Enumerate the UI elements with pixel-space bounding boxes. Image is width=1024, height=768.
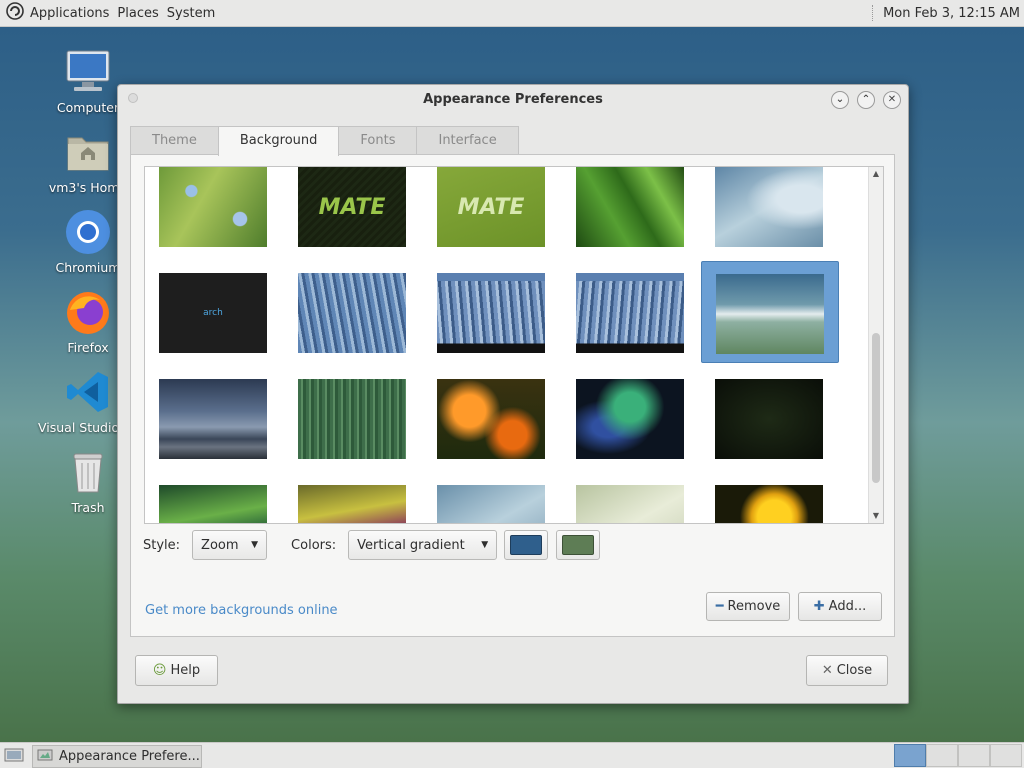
wallpaper-thumb[interactable] xyxy=(284,473,420,523)
style-label: Style: xyxy=(143,537,181,553)
help-icon: ☺ xyxy=(152,663,167,678)
mate-logo-icon[interactable] xyxy=(6,2,24,24)
colors-value: Vertical gradient xyxy=(357,537,465,553)
appearance-app-icon xyxy=(37,747,53,767)
wallpaper-thumb[interactable] xyxy=(145,167,281,255)
colors-label: Colors: xyxy=(291,537,337,553)
wallpaper-thumb[interactable] xyxy=(423,261,559,361)
close-icon: ✕ xyxy=(821,663,833,678)
workspace-3[interactable] xyxy=(958,744,990,767)
wallpaper-thumb[interactable] xyxy=(284,367,420,467)
window-menu-icon[interactable] xyxy=(128,93,138,103)
style-value: Zoom xyxy=(201,537,239,553)
plus-icon: ✚ xyxy=(813,599,825,614)
primary-color-button[interactable] xyxy=(504,530,549,560)
wallpaper-thumb[interactable]: MATE xyxy=(284,167,420,255)
style-row: Style: Zoom ▼ Colors: Vertical gradient … xyxy=(143,530,601,560)
secondary-color-button[interactable] xyxy=(556,530,601,560)
wallpaper-thumb-selected[interactable] xyxy=(701,261,839,363)
wallpaper-thumb[interactable]: arch xyxy=(145,261,281,361)
window-title: Appearance Preferences xyxy=(423,92,603,107)
scroll-up-icon[interactable]: ▲ xyxy=(869,167,883,181)
mate-logo-text: MATE xyxy=(457,194,525,220)
wallpaper-thumb[interactable] xyxy=(701,367,837,467)
wallpaper-thumb[interactable] xyxy=(562,167,698,255)
taskbar-button-label: Appearance Prefere... xyxy=(59,749,200,764)
chromium-icon xyxy=(64,208,112,256)
minus-icon: ━ xyxy=(715,599,724,614)
close-label: Close xyxy=(836,663,873,678)
tab-fonts[interactable]: Fonts xyxy=(338,126,418,154)
wallpaper-thumb[interactable] xyxy=(145,473,281,523)
scroll-down-icon[interactable]: ▼ xyxy=(869,509,883,523)
trash-icon xyxy=(64,448,112,496)
maximize-icon[interactable]: ⌃ xyxy=(857,91,875,109)
wallpaper-thumb[interactable] xyxy=(284,261,420,361)
remove-button[interactable]: ━ Remove xyxy=(706,592,790,621)
minimize-icon[interactable]: ⌄ xyxy=(831,91,849,109)
wallpaper-scrollbar[interactable]: ▲ ▼ xyxy=(868,167,883,523)
appearance-preferences-window: Appearance Preferences ⌄ ⌃ ✕ Theme Backg… xyxy=(117,84,909,704)
help-button[interactable]: ☺ Help xyxy=(135,655,218,686)
mate-logo-text: MATE xyxy=(318,194,386,220)
wallpaper-thumb[interactable] xyxy=(423,367,559,467)
show-desktop-icon[interactable] xyxy=(4,747,24,767)
panel-separator xyxy=(872,5,875,21)
wallpaper-thumb[interactable] xyxy=(562,261,698,361)
background-page: MATE MATE arch ▲ ▼ Style: Zoom ▼ Colors:… xyxy=(130,154,895,637)
tab-interface[interactable]: Interface xyxy=(416,126,519,154)
clock[interactable]: Mon Feb 3, 12:15 AM xyxy=(883,6,1024,21)
wallpaper-thumb[interactable] xyxy=(701,167,837,255)
wallpaper-thumb[interactable]: MATE xyxy=(423,167,559,255)
workspace-1[interactable] xyxy=(894,744,926,767)
wallpaper-thumb[interactable] xyxy=(145,367,281,467)
add-label: Add... xyxy=(828,599,867,614)
close-button[interactable]: ✕ Close xyxy=(806,655,888,686)
colors-combo[interactable]: Vertical gradient ▼ xyxy=(348,530,498,560)
vscode-icon xyxy=(64,368,112,416)
wallpaper-thumb[interactable] xyxy=(562,473,698,523)
style-combo[interactable]: Zoom ▼ xyxy=(192,530,268,560)
secondary-color-swatch xyxy=(562,535,595,555)
dropdown-arrow-icon: ▼ xyxy=(251,540,259,550)
top-panel: Applications Places System Mon Feb 3, 12… xyxy=(0,0,1024,27)
wallpaper-grid[interactable]: MATE MATE arch ▲ ▼ xyxy=(144,166,884,524)
menu-applications[interactable]: Applications xyxy=(26,6,113,21)
titlebar[interactable]: Appearance Preferences ⌄ ⌃ ✕ xyxy=(118,85,908,117)
menu-places[interactable]: Places xyxy=(113,6,162,21)
tab-background[interactable]: Background xyxy=(217,126,340,156)
tab-bar: Theme Background Fonts Interface xyxy=(130,126,895,156)
remove-label: Remove xyxy=(727,599,781,614)
menu-system[interactable]: System xyxy=(163,6,219,21)
add-button[interactable]: ✚ Add... xyxy=(798,592,882,621)
wallpaper-thumb[interactable] xyxy=(701,473,837,523)
taskbar-button-appearance[interactable]: Appearance Prefere... xyxy=(32,745,202,768)
primary-color-swatch xyxy=(510,535,543,555)
close-window-icon[interactable]: ✕ xyxy=(883,91,901,109)
arch-logo-text: arch xyxy=(203,308,223,318)
notebook: Theme Background Fonts Interface MATE MA… xyxy=(130,126,895,637)
computer-icon xyxy=(64,48,112,96)
tab-theme[interactable]: Theme xyxy=(130,126,219,154)
home-folder-icon xyxy=(64,128,112,176)
get-more-backgrounds-link[interactable]: Get more backgrounds online xyxy=(145,603,338,618)
wallpaper-thumb[interactable] xyxy=(562,367,698,467)
firefox-icon xyxy=(64,288,112,336)
scrollbar-thumb[interactable] xyxy=(872,333,880,483)
workspace-2[interactable] xyxy=(926,744,958,767)
wallpaper-thumb[interactable] xyxy=(423,473,559,523)
bottom-panel: Appearance Prefere... xyxy=(0,742,1024,768)
help-label: Help xyxy=(170,663,201,678)
workspace-4[interactable] xyxy=(990,744,1022,767)
dropdown-arrow-icon: ▼ xyxy=(481,540,489,550)
